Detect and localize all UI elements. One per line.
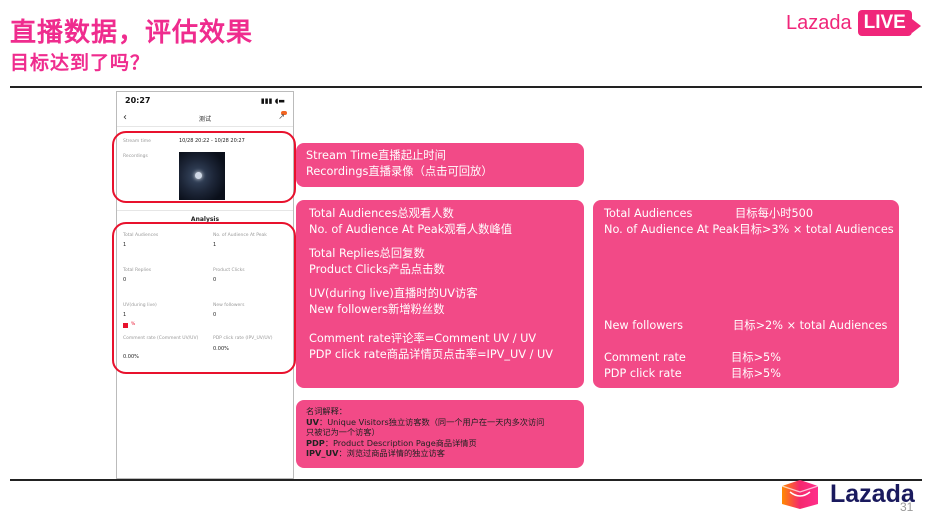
target-goal: 目标>5% [731,351,781,364]
def-text: ：Unique Visitors独立访客数（同一个用户在一天内多次访问 [319,416,545,427]
status-time: 20:27 [125,96,151,105]
definitions-heading: 名词解释： [306,406,347,416]
slide-title: 直播数据，评估效果 [10,18,254,48]
callout-line: Stream Time直播起止时间 [306,149,446,162]
callout-stream-info: Stream Time直播起止时间 Recordings直播录像（点击可回放） [296,143,584,187]
def-text: ：浏览过商品详情的独立访客 [338,448,445,458]
target-metric: Comment rate [604,351,686,364]
header-divider [117,126,293,127]
page-number: 31 [900,500,914,514]
logo-word: Lazada [786,11,852,34]
target-metric: New followers [604,319,684,332]
lazada-live-logo: Lazada LIVE [786,8,922,38]
battery-icon: ▮▮▮ ◖▬ [260,97,285,105]
def-key: PDP [306,437,325,448]
target-goal: 目标>2% × total Audiences [733,319,888,332]
highlight-oval-stream [112,131,296,203]
metric-line: Product Clicks产品点击数 [309,263,445,276]
def-key: UV [306,416,319,427]
metric-line: PDP click rate商品详情页点击率=IPV_UV / UV [309,348,554,361]
callout-targets: Total Audiences 目标每小时500 No. of Audience … [593,200,899,388]
highlight-oval-analysis [112,222,296,374]
metric-line: Comment rate评论率=Comment UV / UV [309,332,537,345]
lazada-bag-icon [781,480,819,509]
def-text: 只被记为一个访客） [306,427,380,437]
share-icon[interactable]: ↗ [278,112,285,121]
callout-metric-definitions: Total Audiences总观看人数 No. of Audience At … [296,200,584,388]
def-text: ：Product Description Page商品详情页 [324,437,477,448]
page-title: 测试 [198,116,211,123]
def-key: IPV_UV [306,448,339,458]
live-badge: LIVE [857,10,922,36]
definitions-box: 名词解释： UV：Unique Visitors独立访客数（同一个用户在一天内多… [296,400,584,468]
target-goal: 目标>3% × total Audiences [739,223,894,236]
metric-line: Total Replies总回复数 [309,247,425,260]
slide-subtitle: 目标达到了吗？ [10,52,151,74]
top-divider [10,86,922,88]
target-metric: Total Audiences [604,207,693,220]
target-metric: No. of Audience At Peak [604,223,740,236]
metric-line: No. of Audience At Peak观看人数峰值 [309,223,513,236]
metric-line: UV(during live)直播时的UV访客 [309,287,478,300]
metric-line: Total Audiences总观看人数 [309,207,454,220]
target-goal: 目标每小时500 [735,207,814,220]
section-divider [117,210,293,211]
target-goal: 目标>5% [731,367,781,380]
callout-line: Recordings直播录像（点击可回放） [306,165,493,178]
metric-line: New followers新增粉丝数 [309,303,445,316]
target-metric: PDP click rate [604,367,682,380]
